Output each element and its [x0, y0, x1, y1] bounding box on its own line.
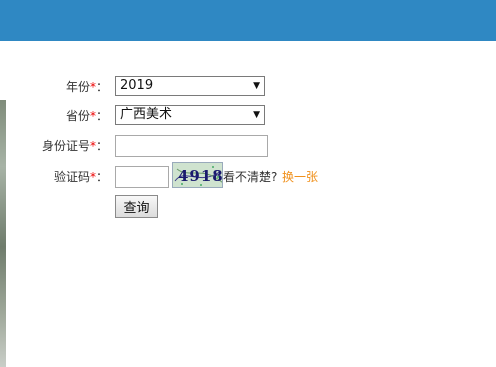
year-select[interactable]: 2019 ▼ [115, 76, 265, 96]
captcha-row: 验证码*： 4918 看不清楚? 换一张 [0, 162, 496, 188]
query-button[interactable]: 查询 [115, 195, 158, 218]
id-number-label: 身份证号*： [41, 139, 108, 153]
id-number-input[interactable] [115, 135, 268, 157]
province-select[interactable]: 广西美术 ▼ [115, 105, 265, 125]
province-label: 省份*： [65, 109, 108, 123]
refresh-captcha-link[interactable]: 换一张 [282, 166, 318, 188]
chevron-down-icon: ▼ [253, 110, 260, 120]
year-label: 年份*： [65, 80, 108, 94]
province-row: 省份*： 广西美术 ▼ [0, 105, 496, 127]
chevron-down-icon: ▼ [253, 81, 260, 91]
captcha-label: 验证码*： [53, 170, 108, 184]
unclear-text: 看不清楚? [223, 170, 278, 184]
top-header-bar [0, 0, 496, 41]
captcha-image[interactable]: 4918 [172, 162, 223, 188]
id-number-row: 身份证号*： [0, 135, 496, 157]
year-select-value: 2019 [120, 78, 154, 93]
captcha-input[interactable] [115, 166, 169, 188]
province-select-value: 广西美术 [120, 107, 173, 122]
captcha-code: 4918 [178, 167, 223, 185]
year-row: 年份*： 2019 ▼ [0, 76, 496, 98]
